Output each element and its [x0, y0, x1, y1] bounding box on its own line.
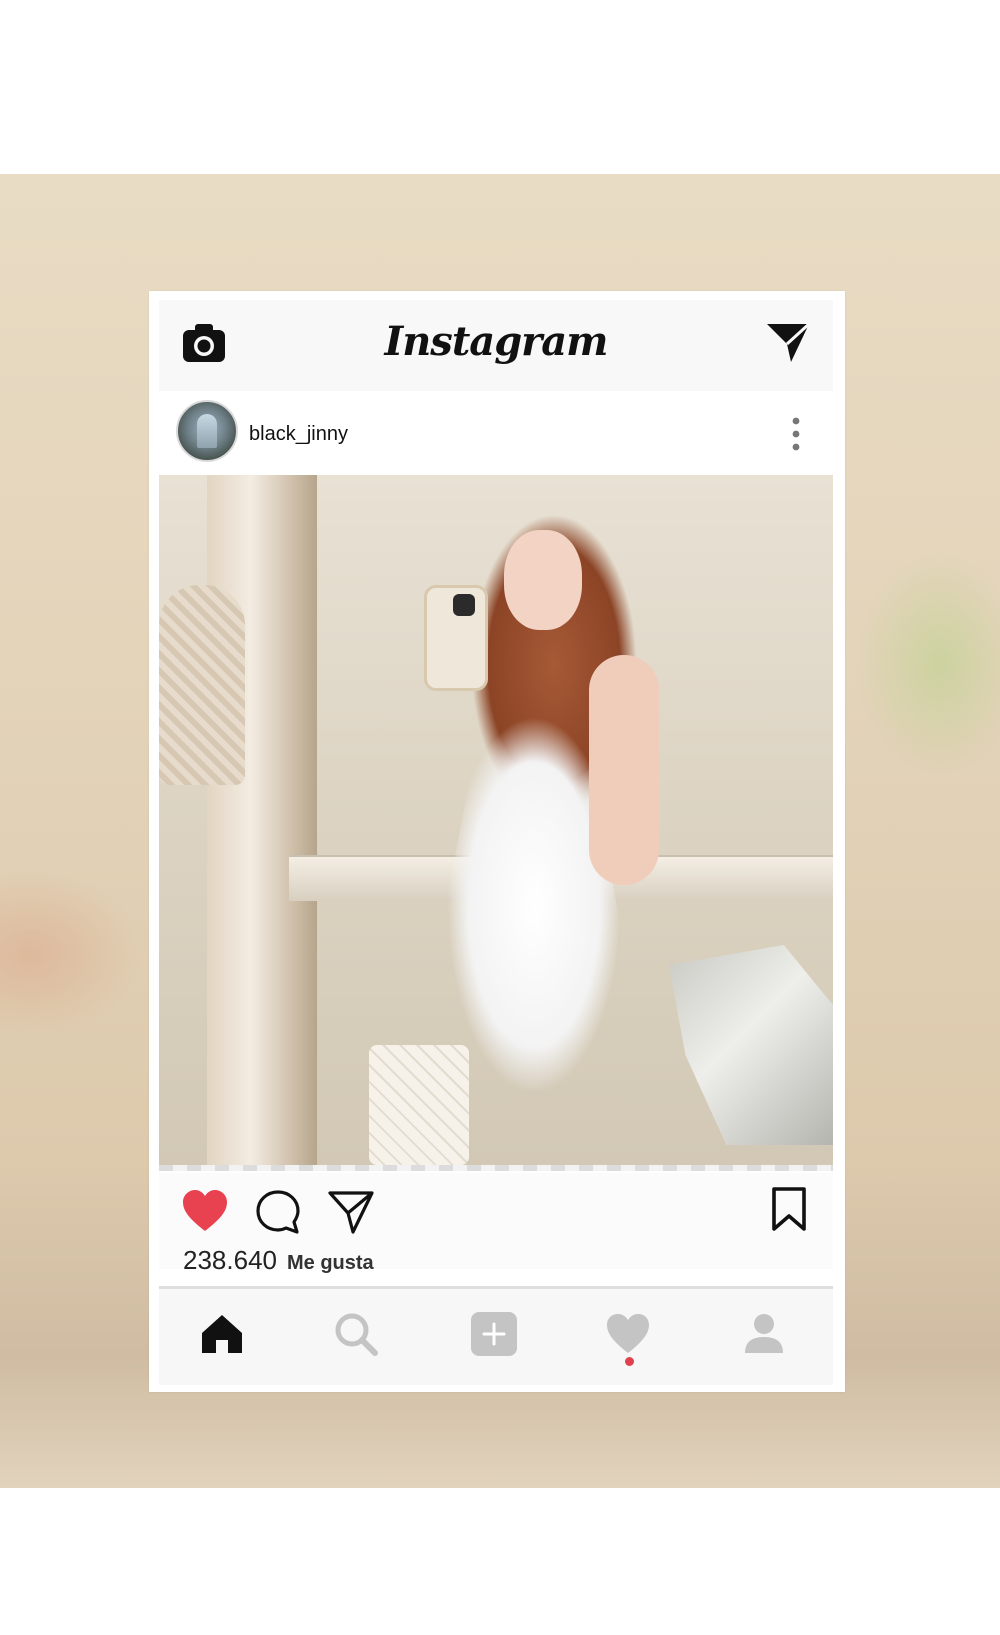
heart-icon[interactable]	[603, 1309, 653, 1359]
notification-dot	[625, 1357, 634, 1366]
top-bar: Instagram	[159, 300, 833, 392]
likes-label: Me gusta	[286, 1252, 374, 1274]
user-icon[interactable]	[739, 1309, 789, 1359]
home-icon[interactable]	[197, 1309, 247, 1359]
search-icon[interactable]	[331, 1309, 381, 1359]
likes-count: 238.640	[183, 1245, 277, 1275]
bookmark-icon[interactable]	[771, 1187, 807, 1231]
likes-count-row[interactable]: 238.640 Me gusta	[183, 1245, 374, 1276]
paper-plane-icon[interactable]	[327, 1189, 375, 1235]
comment-icon[interactable]	[255, 1189, 301, 1235]
photo-gift-bag	[669, 945, 833, 1145]
photo-knit-bag	[159, 585, 245, 785]
post-actions: 238.640 Me gusta	[159, 1173, 833, 1275]
avatar[interactable]	[176, 400, 238, 462]
photo-phone	[424, 585, 488, 691]
instagram-post-card: Instagram black_jinny 238.640 Me gusta	[149, 291, 845, 1392]
paper-plane-icon[interactable]	[765, 320, 811, 366]
more-vertical-icon[interactable]	[791, 417, 801, 451]
photo-wooden-post	[207, 475, 317, 1165]
post-header: black_jinny	[159, 391, 833, 473]
bottom-nav	[159, 1289, 833, 1385]
heart-icon[interactable]	[181, 1189, 229, 1233]
username[interactable]: black_jinny	[249, 423, 348, 446]
post-photo[interactable]	[159, 475, 833, 1165]
add-icon[interactable]	[469, 1309, 519, 1359]
photo-arm	[589, 655, 659, 885]
photo-bottom-edge	[159, 1165, 833, 1171]
photo-handbag	[369, 1045, 469, 1165]
instagram-logo: Instagram	[384, 318, 609, 365]
photo-face	[504, 530, 582, 630]
